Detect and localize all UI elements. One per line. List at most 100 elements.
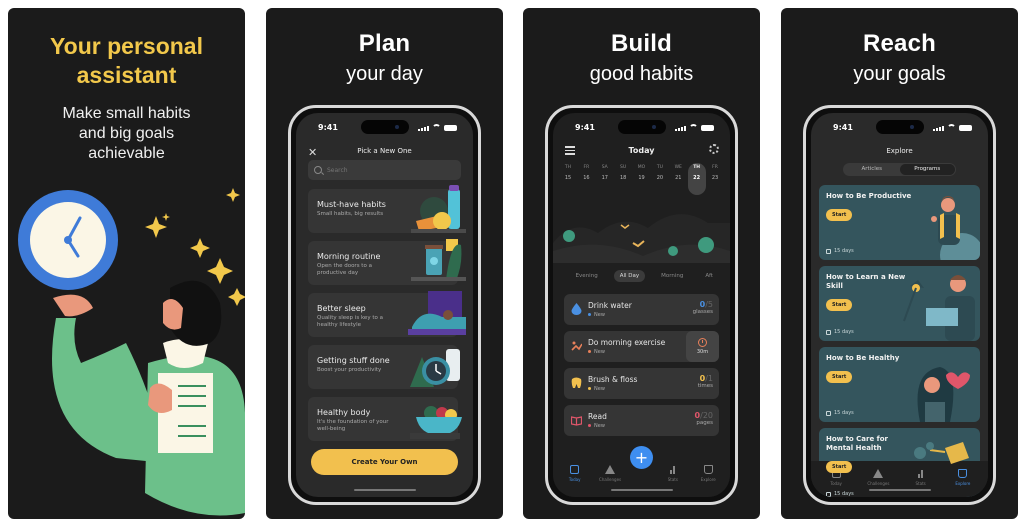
period-tab-afternoon[interactable]: Afternoon <box>699 270 713 282</box>
calendar-icon <box>826 491 831 497</box>
stopwatch-icon <box>698 338 707 347</box>
battery-icon <box>701 125 714 131</box>
habit-item-read[interactable]: Read New 0/20 pages <box>564 405 719 436</box>
program-list: How to Be Productive Start 15 days How t… <box>819 185 980 497</box>
screen-title: Pick a New One <box>357 147 412 155</box>
challenges-icon <box>605 465 616 474</box>
start-button[interactable]: Start <box>826 209 853 221</box>
day-item[interactable]: SA 17 <box>596 163 614 195</box>
segment-programs[interactable]: Programs <box>899 164 955 175</box>
exercise-icon <box>571 341 582 351</box>
phone-frame: 9:41 Today TH 15 FR 16 SA 17 SU 18 MO 19 TU 20… <box>545 105 738 505</box>
start-button[interactable]: Start <box>826 461 853 473</box>
program-duration: 15 days <box>826 491 854 497</box>
calendar-icon <box>826 410 831 416</box>
stopwatch-illustration <box>410 349 460 387</box>
time-of-day-filter: Evening All Day Morning Afternoon <box>553 270 730 282</box>
category-list: Must-have habits Small habits, big resul… <box>308 185 467 449</box>
habit-item-brush-floss[interactable]: Brush & floss New 0/1 times <box>564 368 719 399</box>
home-indicator <box>610 489 673 491</box>
day-item-selected[interactable]: TH 22 <box>687 163 706 195</box>
status-bar: 9:41 <box>811 120 988 137</box>
screen-title: Explore <box>886 147 913 155</box>
salad-bowl-illustration <box>410 406 462 439</box>
signal-icon <box>933 126 944 131</box>
tab-today[interactable]: Today <box>559 465 591 482</box>
coffee-cup-illustration <box>411 239 466 281</box>
home-indicator <box>353 489 416 491</box>
category-subtitle: Small habits, big results <box>317 211 384 217</box>
create-your-own-button[interactable]: Create Your Own <box>311 449 458 475</box>
period-tab-all-day[interactable]: All Day <box>613 270 646 282</box>
day-item[interactable]: WE 21 <box>669 163 687 195</box>
status-bar: 9:41 <box>553 120 730 137</box>
program-duration: 15 days <box>826 248 854 254</box>
program-card-productive[interactable]: How to Be Productive Start 15 days <box>819 185 980 260</box>
add-habit-button[interactable]: + <box>630 446 653 469</box>
challenges-icon <box>873 469 884 478</box>
panel-subline: your goals <box>853 63 946 85</box>
program-card-learn-skill[interactable]: How to Learn a New Skill Start 15 days <box>819 266 980 341</box>
program-card-healthy[interactable]: How to Be Healthy Start 15 days <box>819 347 980 422</box>
timer-button[interactable]: 30m <box>686 331 719 362</box>
promo-panel-build: Build good habits 9:41 Today TH 15 FR 16 S… <box>523 8 760 519</box>
tab-explore[interactable]: Explore <box>692 465 724 482</box>
habit-item-morning-exercise[interactable]: Do morning exercise New 30m <box>564 331 719 362</box>
search-icon <box>314 166 322 174</box>
promo-panel-plan: Plan your day 9:41 ✕ Pick a New One Must… <box>266 8 503 519</box>
program-title: How to Be Productive <box>826 192 912 200</box>
battery-icon <box>444 125 457 131</box>
tab-challenges[interactable]: Challenges <box>594 465 626 482</box>
habit-item-drink-water[interactable]: Drink water New 0/5 glasses <box>564 294 719 325</box>
segment-articles[interactable]: Articles <box>844 164 900 175</box>
water-bottle-illustration <box>411 185 466 233</box>
start-button[interactable]: Start <box>826 371 853 383</box>
search-input[interactable] <box>327 166 447 174</box>
panel-headline: Your personal assistant <box>50 33 203 88</box>
period-tab-morning[interactable]: Morning <box>655 270 689 282</box>
search-bar[interactable] <box>308 160 461 180</box>
wifi-icon <box>947 124 956 131</box>
category-card-morning[interactable]: Morning routine Open the doors to a prod… <box>308 239 466 285</box>
status-time: 9:41 <box>575 123 595 132</box>
category-subtitle: It's the foundation of your well-being <box>317 419 389 432</box>
day-item[interactable]: TH 15 <box>559 163 577 195</box>
category-card-sleep[interactable]: Better sleep Quality sleep is key to a h… <box>308 291 466 337</box>
program-title: How to Be Healthy <box>826 354 900 362</box>
signal-icon <box>418 126 429 131</box>
phone-screen: 9:41 Explore Articles Programs How to Be… <box>811 113 988 497</box>
start-button[interactable]: Start <box>826 299 853 311</box>
clock-icon <box>18 190 118 290</box>
category-card-must-have[interactable]: Must-have habits Small habits, big resul… <box>308 185 466 233</box>
stats-icon <box>657 465 689 474</box>
status-time: 9:41 <box>318 123 338 132</box>
battery-icon <box>959 125 972 131</box>
screen-title: Today <box>628 146 655 155</box>
settings-gear-icon[interactable] <box>709 144 719 154</box>
program-duration: 15 days <box>826 410 854 416</box>
status-time: 9:41 <box>833 123 853 132</box>
day-item[interactable]: FR 16 <box>577 163 595 195</box>
status-bar: 9:41 <box>296 120 473 137</box>
habit-list: Drink water New 0/5 glasses Do morning exe… <box>564 294 719 442</box>
phone-screen: 9:41 Today TH 15 FR 16 SA 17 SU 18 MO 19 TU 20… <box>553 113 730 497</box>
segmented-control: Articles Programs <box>843 163 956 176</box>
day-item[interactable]: SU 18 <box>614 163 632 195</box>
bed-illustration <box>408 291 466 335</box>
week-strip: TH 15 FR 16 SA 17 SU 18 MO 19 TU 20 WE 21 TH 22 … <box>559 163 724 195</box>
calendar-icon <box>826 248 831 254</box>
day-item[interactable]: TU 20 <box>651 163 669 195</box>
category-subtitle: Open the doors to a productive day <box>317 263 372 276</box>
panel-headline: Build <box>611 30 672 57</box>
panel-subline: your day <box>346 63 423 85</box>
tab-stats[interactable]: Stats <box>657 465 689 482</box>
promo-panel-reach: Reach your goals 9:41 Explore Articles P… <box>781 8 1018 519</box>
category-card-productivity[interactable]: Getting stuff done Boost your productivi… <box>308 345 460 389</box>
phone-frame: 9:41 Explore Articles Programs How to Be… <box>803 105 996 505</box>
day-item[interactable]: FR 23 <box>706 163 724 195</box>
category-card-healthy-body[interactable]: Healthy body It's the foundation of your… <box>308 397 462 441</box>
panel-subline: good habits <box>589 63 694 85</box>
day-item[interactable]: MO 19 <box>633 163 651 195</box>
category-subtitle: Boost your productivity <box>317 367 382 373</box>
period-tab-evening[interactable]: Evening <box>570 270 604 282</box>
